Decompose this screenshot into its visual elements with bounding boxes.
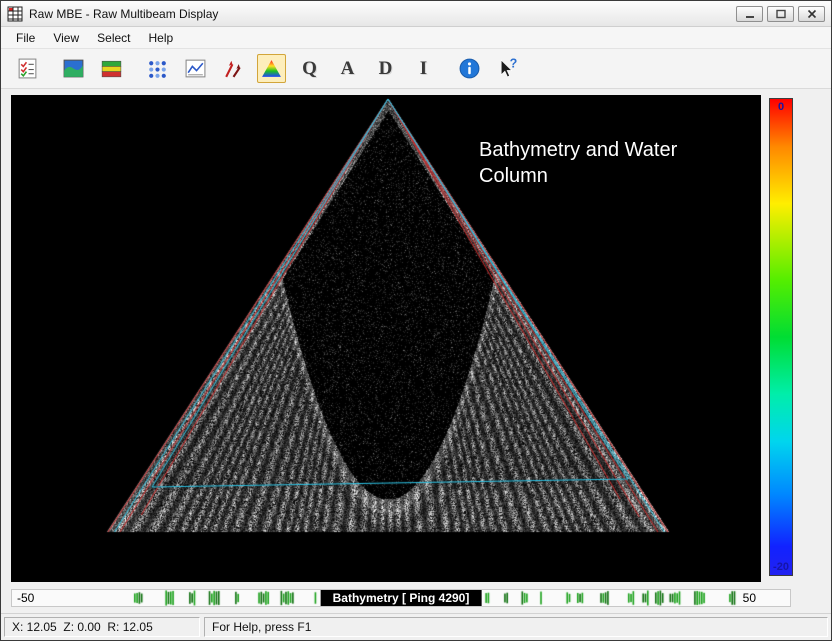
context-help-button[interactable]: ? [493, 54, 522, 83]
water-column-icon [260, 57, 283, 80]
amplitude-letter: A [341, 58, 355, 80]
menu-file[interactable]: File [7, 29, 44, 47]
depth-letter: D [379, 58, 393, 80]
menu-select[interactable]: Select [88, 29, 139, 47]
scale-left-label: -50 [17, 591, 34, 605]
window-controls [736, 6, 825, 22]
sonar-display-panel[interactable]: Bathymetry and Water Column [11, 95, 761, 582]
depth-button[interactable]: D [371, 54, 400, 83]
survey-checklist-icon [16, 57, 39, 80]
scale-right-label: 50 [743, 591, 756, 605]
beam-matrix-icon [146, 57, 169, 80]
maximize-icon [775, 9, 787, 19]
ping-label: Bathymetry [ Ping 4290] [321, 590, 482, 606]
info-icon [458, 57, 481, 80]
cursor-coordinates: X: 12.05 Z: 0.00 R: 12.05 [4, 617, 200, 637]
quality-letter: Q [302, 58, 317, 80]
swath-view-icon [62, 57, 85, 80]
menu-view[interactable]: View [44, 29, 88, 47]
vector-arrows-button[interactable] [219, 54, 248, 83]
color-map-icon [100, 57, 123, 80]
colorbar-max-label: 0 [770, 101, 792, 113]
survey-checklist-button[interactable] [13, 54, 42, 83]
water-column-button[interactable] [257, 54, 286, 83]
display-area: Bathymetry and Water Column 0 -20 -50 50… [1, 89, 831, 640]
profile-chart-icon [184, 57, 207, 80]
menu-help[interactable]: Help [140, 29, 183, 47]
app-icon [7, 6, 23, 22]
maximize-button[interactable] [767, 6, 794, 22]
window-title: Raw MBE - Raw Multibeam Display [29, 7, 218, 21]
beam-matrix-button[interactable] [143, 54, 172, 83]
minimize-button[interactable] [736, 6, 763, 22]
color-map-button[interactable] [97, 54, 126, 83]
colorbar-min-label: -20 [770, 561, 792, 573]
context-help-icon: ? [496, 57, 519, 80]
intensity-button[interactable]: I [409, 54, 438, 83]
minimize-icon [744, 9, 756, 19]
app-window: Raw MBE - Raw Multibeam Display File Vie… [0, 0, 832, 641]
status-help-text: For Help, press F1 [204, 617, 828, 637]
close-icon [806, 9, 818, 19]
close-button[interactable] [798, 6, 825, 22]
swath-view-button[interactable] [59, 54, 88, 83]
svg-text:?: ? [510, 57, 518, 70]
titlebar[interactable]: Raw MBE - Raw Multibeam Display [1, 1, 831, 27]
toolbar: Q A D I ? [1, 49, 831, 89]
vector-arrows-icon [222, 57, 245, 80]
statusbar: X: 12.05 Z: 0.00 R: 12.05 For Help, pres… [1, 613, 831, 639]
info-button[interactable] [455, 54, 484, 83]
amplitude-button[interactable]: A [333, 54, 362, 83]
display-overlay-label: Bathymetry and Water Column [479, 137, 725, 189]
scalebar: -50 50 Bathymetry [ Ping 4290] [11, 589, 791, 607]
depth-colorbar: 0 -20 [769, 98, 793, 576]
profile-chart-button[interactable] [181, 54, 210, 83]
quality-button[interactable]: Q [295, 54, 324, 83]
menubar: File View Select Help [1, 27, 831, 49]
intensity-letter: I [420, 58, 427, 80]
